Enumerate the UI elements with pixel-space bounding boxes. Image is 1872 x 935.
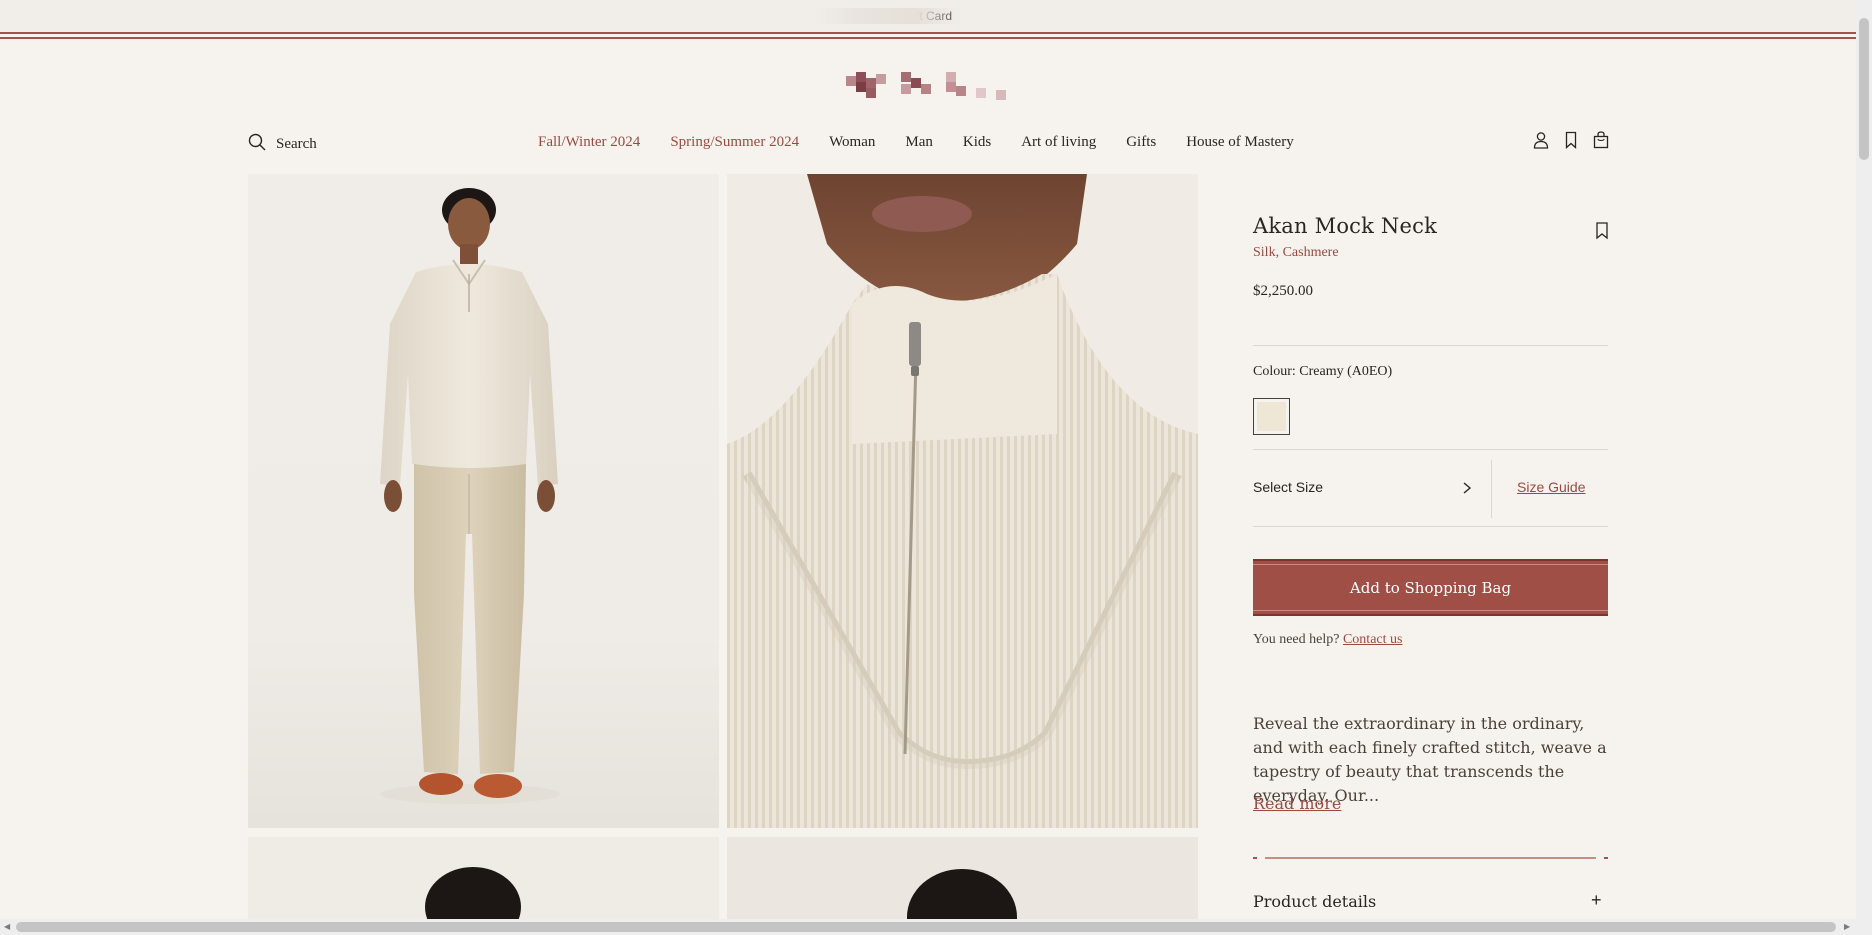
plus-icon: + <box>1591 890 1602 910</box>
horizontal-scroll-thumb[interactable] <box>16 922 1836 932</box>
product-material: Silk, Cashmere <box>1253 245 1339 260</box>
colour-swatch-creamy[interactable] <box>1253 398 1290 435</box>
colour-value: Creamy (A0EO) <box>1299 364 1393 379</box>
divider <box>1253 449 1608 450</box>
nav-item-man[interactable]: Man <box>890 134 948 151</box>
size-guide-link[interactable]: Size Guide <box>1517 479 1585 495</box>
contact-us-link[interactable]: Contact us <box>1343 632 1403 647</box>
divider <box>1253 345 1608 346</box>
read-more-link[interactable]: Read more <box>1253 794 1341 813</box>
nav-item-house-of-mastery[interactable]: House of Mastery <box>1171 134 1308 151</box>
colour-label: Colour: <box>1253 364 1296 379</box>
product-title: Akan Mock Neck <box>1253 214 1438 238</box>
top-divider <box>0 32 1856 34</box>
size-divider <box>1491 460 1492 518</box>
divider <box>1253 526 1608 527</box>
header-actions <box>1532 131 1610 151</box>
account-icon[interactable] <box>1532 131 1550 151</box>
horizontal-scrollbar[interactable]: ◀ ▶ <box>0 919 1872 935</box>
nav-item-woman[interactable]: Woman <box>814 134 890 151</box>
product-details-accordion[interactable]: Product details + <box>1253 890 1608 922</box>
announcement-bar: Gift Card <box>0 0 1856 34</box>
size-select-label: Select Size <box>1253 479 1324 495</box>
vertical-scrollbar[interactable] <box>1856 0 1872 919</box>
search-label: Search <box>276 136 317 152</box>
vertical-scroll-thumb[interactable] <box>1859 18 1869 160</box>
nav-item-kids[interactable]: Kids <box>948 134 1006 151</box>
scroll-left-arrow-icon[interactable]: ◀ <box>4 922 10 931</box>
nav-item-art-of-living[interactable]: Art of living <box>1006 134 1111 151</box>
brand-logo[interactable] <box>846 72 1016 104</box>
add-to-wishlist-icon[interactable] <box>1595 222 1609 240</box>
redacted-area <box>812 8 962 24</box>
button-inner-border <box>1253 564 1608 611</box>
scroll-right-arrow-icon[interactable]: ▶ <box>1844 922 1850 931</box>
top-divider-secondary <box>0 37 1856 39</box>
nav-item-fall-winter-2024[interactable]: Fall/Winter 2024 <box>538 134 655 151</box>
model-full-length-photo[interactable] <box>248 174 719 828</box>
swatch-fill <box>1257 402 1286 431</box>
main-nav: Fall/Winter 2024 Spring/Summer 2024 Woma… <box>538 134 1309 151</box>
decorative-divider <box>1253 857 1608 859</box>
help-row: You need help? Contact us <box>1253 632 1402 648</box>
collar-zip-closeup-photo[interactable] <box>727 174 1198 828</box>
colour-row: Colour: Creamy (A0EO) <box>1253 364 1392 380</box>
search-button[interactable]: Search <box>248 133 317 156</box>
size-row: Select Size Size Guide <box>1253 460 1608 518</box>
product-details-label: Product details <box>1253 892 1377 911</box>
nav-item-gifts[interactable]: Gifts <box>1111 134 1171 151</box>
shopping-bag-icon[interactable] <box>1592 131 1610 151</box>
product-gallery <box>248 174 1198 935</box>
search-icon <box>248 133 266 156</box>
add-to-bag-button[interactable]: Add to Shopping Bag <box>1253 559 1608 616</box>
nav-item-spring-summer-2024[interactable]: Spring/Summer 2024 <box>655 134 814 151</box>
chevron-right-icon <box>1461 480 1473 496</box>
size-select[interactable]: Select Size <box>1253 460 1491 518</box>
help-text: You need help? <box>1253 632 1340 647</box>
product-price: $2,250.00 <box>1253 283 1313 299</box>
wishlist-icon[interactable] <box>1562 131 1580 151</box>
